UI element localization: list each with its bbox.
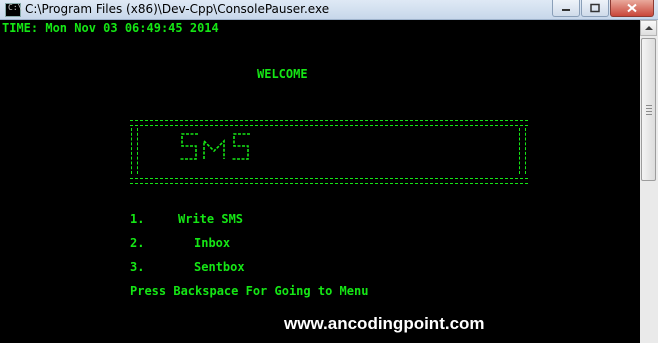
close-icon [627,3,637,13]
console-window: C:\ C:\Program Files (x86)\Dev-Cpp\Conso… [0,0,658,343]
minimize-icon [562,9,570,11]
console-app-icon[interactable]: C:\ [5,3,22,17]
banner-top-border [130,120,528,126]
scroll-thumb[interactable] [641,38,656,181]
scroll-up-arrow-icon [645,26,653,30]
menu-item-write-sms: Write SMS [178,212,244,226]
menu-number-3: 3. [130,260,145,274]
watermark: www.ancodingpoint.com [284,314,485,333]
backspace-hint: Press Backspace For Going to Menu [130,284,369,298]
banner-left-border [131,128,138,174]
console-output: TIME: Mon Nov 03 06:49:45 2014 WELCOME 1… [0,20,640,343]
sms-banner [130,118,528,184]
menu-number-2: 2. [130,236,145,250]
welcome-heading: WELCOME [257,67,308,81]
banner-bottom-border [130,178,528,184]
menu-item-sentbox: Sentbox [194,260,245,274]
caption-buttons [551,0,654,17]
scroll-up-button[interactable] [640,20,657,36]
maximize-button[interactable] [581,0,609,17]
window-title: C:\Program Files (x86)\Dev-Cpp\ConsolePa… [25,2,330,16]
menu-item-inbox: Inbox [194,236,231,250]
maximize-icon [590,3,600,13]
timestamp: TIME: Mon Nov 03 06:49:45 2014 [2,21,219,35]
banner-right-border [519,128,526,174]
vertical-scrollbar[interactable] [640,20,658,343]
menu-number-1: 1. [130,212,145,226]
title-bar[interactable]: C:\ C:\Program Files (x86)\Dev-Cpp\Conso… [0,0,658,20]
close-button[interactable] [610,0,654,17]
minimize-button[interactable] [552,0,580,17]
sms-ascii-logo [180,133,250,160]
